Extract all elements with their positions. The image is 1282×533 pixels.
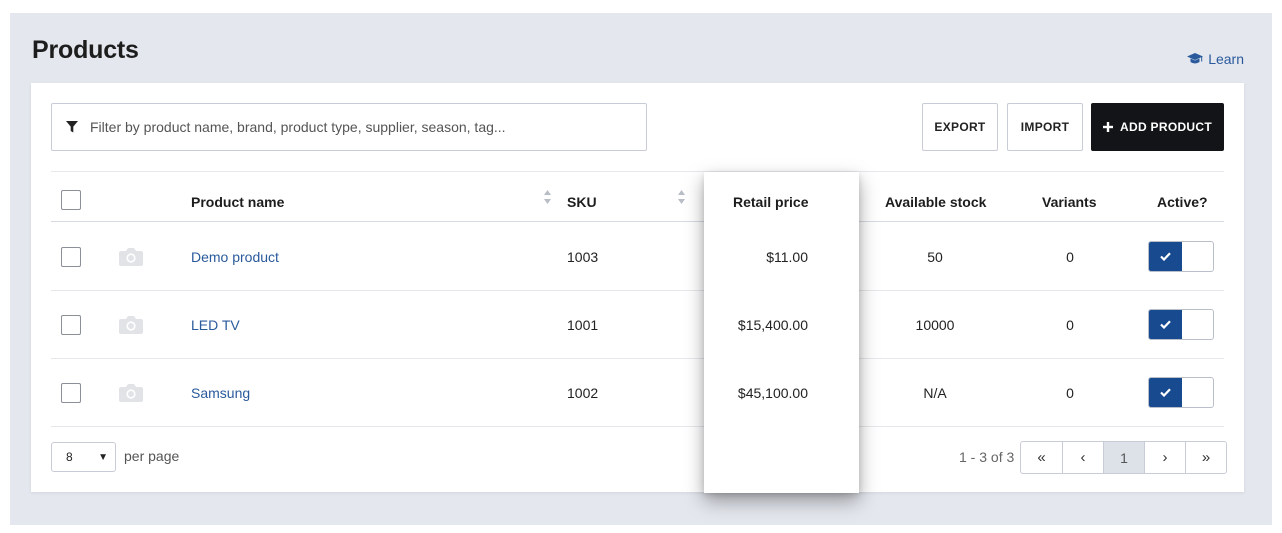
- import-button[interactable]: IMPORT: [1007, 103, 1083, 151]
- camera-icon: [119, 248, 143, 266]
- column-header-available-stock: Available stock: [885, 194, 987, 210]
- per-page-value: 8: [66, 450, 73, 464]
- pagination: « ‹ 1 › »: [1020, 441, 1227, 474]
- graduation-cap-icon: [1187, 53, 1204, 64]
- stock-cell: N/A: [923, 385, 947, 401]
- sku-cell: 1002: [567, 385, 599, 401]
- row-divider: [51, 290, 1224, 291]
- previous-page-button[interactable]: ‹: [1062, 442, 1103, 473]
- first-page-button[interactable]: «: [1021, 442, 1062, 473]
- select-all-checkbox[interactable]: [61, 190, 81, 210]
- filter-box[interactable]: [51, 103, 647, 151]
- table-bottom-divider: [51, 426, 1224, 427]
- learn-label: Learn: [1208, 51, 1244, 67]
- per-page-select[interactable]: 8 ▼: [51, 442, 116, 472]
- caret-down-icon: ▼: [98, 452, 108, 463]
- check-icon: [1160, 388, 1171, 397]
- active-toggle[interactable]: [1148, 309, 1214, 340]
- sort-icon[interactable]: [543, 189, 552, 205]
- variants-cell: 0: [1066, 249, 1074, 265]
- row-checkbox[interactable]: [61, 383, 81, 403]
- check-icon: [1160, 252, 1171, 261]
- column-header-active: Active?: [1157, 194, 1208, 210]
- table-top-divider: [51, 171, 1224, 172]
- retail-price-cell: $45,100.00: [737, 385, 808, 401]
- add-product-button[interactable]: ADD PRODUCT: [1091, 103, 1224, 151]
- row-divider: [51, 358, 1224, 359]
- learn-link[interactable]: Learn: [1187, 51, 1244, 67]
- product-name-link[interactable]: LED TV: [191, 317, 240, 333]
- column-header-sku[interactable]: SKU: [567, 194, 597, 210]
- row-checkbox[interactable]: [61, 247, 81, 267]
- sort-icon[interactable]: [677, 189, 686, 205]
- filter-icon: [66, 121, 78, 133]
- variants-cell: 0: [1066, 317, 1074, 333]
- pagination-range: 1 - 3 of 3: [959, 449, 1015, 465]
- active-toggle[interactable]: [1148, 241, 1214, 272]
- header-divider: [51, 221, 1224, 222]
- retail-price-cell: $15,400.00: [737, 317, 808, 333]
- page-title: Products: [32, 36, 139, 64]
- sku-cell: 1003: [567, 249, 599, 265]
- camera-icon: [119, 384, 143, 402]
- page-1-button[interactable]: 1: [1103, 442, 1144, 473]
- filter-input[interactable]: [90, 119, 610, 135]
- column-header-product-name[interactable]: Product name: [191, 194, 284, 210]
- sku-cell: 1001: [567, 317, 599, 333]
- last-page-button[interactable]: »: [1185, 442, 1226, 473]
- next-page-button[interactable]: ›: [1144, 442, 1185, 473]
- stock-cell: 50: [927, 249, 943, 265]
- stock-cell: 10000: [915, 317, 955, 333]
- active-toggle[interactable]: [1148, 377, 1214, 408]
- per-page-label: per page: [124, 448, 180, 464]
- row-checkbox[interactable]: [61, 315, 81, 335]
- column-header-retail-price: Retail price: [733, 194, 809, 210]
- export-button[interactable]: EXPORT: [922, 103, 998, 151]
- retail-price-cell: $11.00: [766, 249, 808, 265]
- product-name-link[interactable]: Samsung: [191, 385, 250, 401]
- retail-price-column-highlight: Retail price $11.00 $15,400.00 $45,100.0…: [704, 172, 859, 493]
- camera-icon: [119, 316, 143, 334]
- column-header-variants: Variants: [1042, 194, 1097, 210]
- plus-icon: [1103, 122, 1114, 132]
- variants-cell: 0: [1066, 385, 1074, 401]
- product-name-link[interactable]: Demo product: [191, 249, 279, 265]
- check-icon: [1160, 320, 1171, 329]
- add-product-label: ADD PRODUCT: [1120, 120, 1212, 134]
